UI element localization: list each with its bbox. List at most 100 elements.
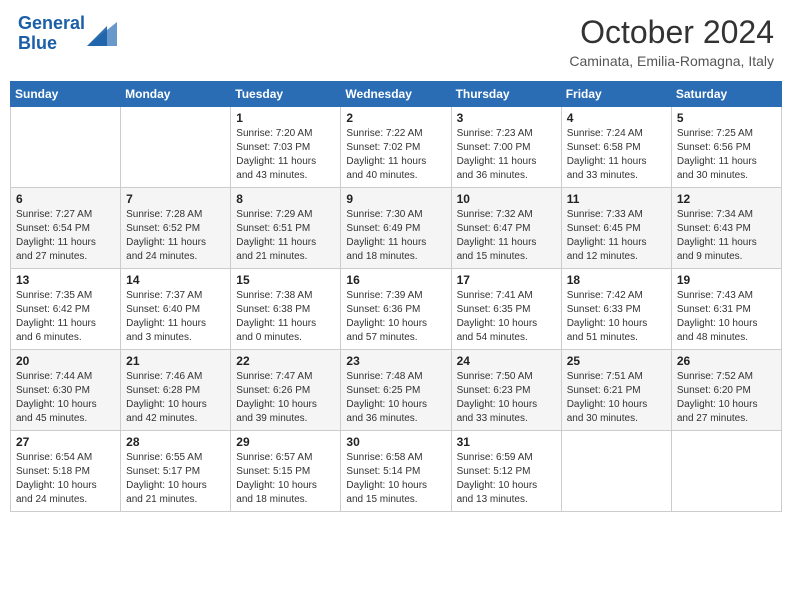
weekday-header: Sunday xyxy=(11,82,121,107)
day-info: Sunrise: 7:32 AMSunset: 6:47 PMDaylight:… xyxy=(457,208,556,264)
calendar-day-cell: 19 Sunrise: 7:43 AMSunset: 6:31 PMDayligh… xyxy=(671,269,781,350)
calendar-week-row: 20 Sunrise: 7:44 AMSunset: 6:30 PMDayligh… xyxy=(11,350,782,431)
day-number: 12 xyxy=(677,192,776,206)
day-number: 4 xyxy=(567,111,666,125)
day-info: Sunrise: 7:29 AMSunset: 6:51 PMDaylight:… xyxy=(236,208,335,264)
day-number: 27 xyxy=(16,435,115,449)
calendar-day-cell: 9Sunrise: 7:30 AMSunset: 6:49 PMDaylight… xyxy=(341,188,451,269)
calendar-day-cell: 24Sunrise: 7:50 AMSunset: 6:23 PMDayligh… xyxy=(451,350,561,431)
calendar-day-cell: 12 Sunrise: 7:34 AMSunset: 6:43 PMDayligh… xyxy=(671,188,781,269)
day-info: Sunrise: 7:33 AMSunset: 6:45 PMDaylight:… xyxy=(567,208,666,264)
day-number: 6 xyxy=(16,192,115,206)
day-info: Sunrise: 7:51 AMSunset: 6:21 PMDaylight:… xyxy=(567,370,666,426)
day-number: 22 xyxy=(236,354,335,368)
calendar-week-row: 13 Sunrise: 7:35 AMSunset: 6:42 PMDayligh… xyxy=(11,269,782,350)
calendar-day-cell: 22Sunrise: 7:47 AMSunset: 6:26 PMDayligh… xyxy=(231,350,341,431)
day-number: 14 xyxy=(126,273,225,287)
day-info: Sunrise: 6:59 AMSunset: 5:12 PMDaylight:… xyxy=(457,451,556,507)
calendar-day-cell xyxy=(671,431,781,512)
day-info: Sunrise: 7:25 AMSunset: 6:56 PMDaylight:… xyxy=(677,127,776,183)
calendar-day-cell: 26 Sunrise: 7:52 AMSunset: 6:20 PMDayligh… xyxy=(671,350,781,431)
day-info: Sunrise: 7:24 AMSunset: 6:58 PMDaylight:… xyxy=(567,127,666,183)
day-info: Sunrise: 6:57 AMSunset: 5:15 PMDaylight:… xyxy=(236,451,335,507)
day-info: Sunrise: 6:58 AMSunset: 5:14 PMDaylight:… xyxy=(346,451,445,507)
calendar-day-cell: 11 Sunrise: 7:33 AMSunset: 6:45 PMDayligh… xyxy=(561,188,671,269)
day-number: 30 xyxy=(346,435,445,449)
day-number: 11 xyxy=(567,192,666,206)
calendar-week-row: 6 Sunrise: 7:27 AMSunset: 6:54 PMDaylight… xyxy=(11,188,782,269)
day-number: 20 xyxy=(16,354,115,368)
day-info: Sunrise: 7:52 AMSunset: 6:20 PMDaylight:… xyxy=(677,370,776,426)
calendar-header-row: SundayMondayTuesdayWednesdayThursdayFrid… xyxy=(11,82,782,107)
calendar-day-cell: 7 Sunrise: 7:28 AMSunset: 6:52 PMDaylight… xyxy=(121,188,231,269)
day-info: Sunrise: 7:28 AMSunset: 6:52 PMDaylight:… xyxy=(126,208,225,264)
day-info: Sunrise: 7:48 AMSunset: 6:25 PMDaylight:… xyxy=(346,370,445,426)
calendar-day-cell: 20 Sunrise: 7:44 AMSunset: 6:30 PMDayligh… xyxy=(11,350,121,431)
location: Caminata, Emilia-Romagna, Italy xyxy=(569,53,774,69)
calendar-day-cell: 1Sunrise: 7:20 AMSunset: 7:03 PMDaylight… xyxy=(231,107,341,188)
weekday-header: Saturday xyxy=(671,82,781,107)
day-number: 31 xyxy=(457,435,556,449)
calendar-week-row: 1Sunrise: 7:20 AMSunset: 7:03 PMDaylight… xyxy=(11,107,782,188)
day-number: 23 xyxy=(346,354,445,368)
calendar-day-cell: 8 Sunrise: 7:29 AMSunset: 6:51 PMDaylight… xyxy=(231,188,341,269)
day-info: Sunrise: 7:27 AMSunset: 6:54 PMDaylight:… xyxy=(16,208,115,264)
page-header: General Blue October 2024 Caminata, Emil… xyxy=(10,10,782,73)
day-number: 29 xyxy=(236,435,335,449)
day-info: Sunrise: 6:55 AMSunset: 5:17 PMDaylight:… xyxy=(126,451,225,507)
day-number: 26 xyxy=(677,354,776,368)
calendar-day-cell: 31 Sunrise: 6:59 AMSunset: 5:12 PMDayligh… xyxy=(451,431,561,512)
calendar-day-cell: 18 Sunrise: 7:42 AMSunset: 6:33 PMDayligh… xyxy=(561,269,671,350)
calendar-day-cell: 3Sunrise: 7:23 AMSunset: 7:00 PMDaylight… xyxy=(451,107,561,188)
day-info: Sunrise: 7:43 AMSunset: 6:31 PMDaylight:… xyxy=(677,289,776,345)
calendar-day-cell: 13 Sunrise: 7:35 AMSunset: 6:42 PMDayligh… xyxy=(11,269,121,350)
calendar-day-cell: 2Sunrise: 7:22 AMSunset: 7:02 PMDaylight… xyxy=(341,107,451,188)
calendar-day-cell xyxy=(11,107,121,188)
day-info: Sunrise: 7:39 AMSunset: 6:36 PMDaylight:… xyxy=(346,289,445,345)
day-number: 8 xyxy=(236,192,335,206)
day-info: Sunrise: 7:35 AMSunset: 6:42 PMDaylight:… xyxy=(16,289,115,345)
calendar-day-cell: 5 Sunrise: 7:25 AMSunset: 6:56 PMDaylight… xyxy=(671,107,781,188)
weekday-header: Wednesday xyxy=(341,82,451,107)
day-info: Sunrise: 7:46 AMSunset: 6:28 PMDaylight:… xyxy=(126,370,225,426)
weekday-header: Friday xyxy=(561,82,671,107)
day-info: Sunrise: 7:30 AMSunset: 6:49 PMDaylight:… xyxy=(346,208,445,264)
month-title: October 2024 xyxy=(569,14,774,51)
day-number: 7 xyxy=(126,192,225,206)
logo-text: General Blue xyxy=(18,14,85,54)
weekday-header: Thursday xyxy=(451,82,561,107)
day-number: 17 xyxy=(457,273,556,287)
day-info: Sunrise: 7:34 AMSunset: 6:43 PMDaylight:… xyxy=(677,208,776,264)
day-number: 5 xyxy=(677,111,776,125)
day-number: 28 xyxy=(126,435,225,449)
calendar-day-cell: 28 Sunrise: 6:55 AMSunset: 5:17 PMDayligh… xyxy=(121,431,231,512)
day-info: Sunrise: 7:41 AMSunset: 6:35 PMDaylight:… xyxy=(457,289,556,345)
calendar-day-cell: 16Sunrise: 7:39 AMSunset: 6:36 PMDayligh… xyxy=(341,269,451,350)
day-number: 18 xyxy=(567,273,666,287)
calendar-table: SundayMondayTuesdayWednesdayThursdayFrid… xyxy=(10,81,782,512)
calendar-day-cell: 21Sunrise: 7:46 AMSunset: 6:28 PMDayligh… xyxy=(121,350,231,431)
calendar-day-cell xyxy=(121,107,231,188)
weekday-header: Tuesday xyxy=(231,82,341,107)
day-info: Sunrise: 7:42 AMSunset: 6:33 PMDaylight:… xyxy=(567,289,666,345)
calendar-day-cell: 15 Sunrise: 7:38 AMSunset: 6:38 PMDayligh… xyxy=(231,269,341,350)
title-block: October 2024 Caminata, Emilia-Romagna, I… xyxy=(569,14,774,69)
calendar-day-cell: 6 Sunrise: 7:27 AMSunset: 6:54 PMDaylight… xyxy=(11,188,121,269)
weekday-header: Monday xyxy=(121,82,231,107)
calendar-day-cell: 23 Sunrise: 7:48 AMSunset: 6:25 PMDayligh… xyxy=(341,350,451,431)
calendar-day-cell: 30 Sunrise: 6:58 AMSunset: 5:14 PMDayligh… xyxy=(341,431,451,512)
day-info: Sunrise: 7:38 AMSunset: 6:38 PMDaylight:… xyxy=(236,289,335,345)
calendar-day-cell: 25Sunrise: 7:51 AMSunset: 6:21 PMDayligh… xyxy=(561,350,671,431)
day-number: 1 xyxy=(236,111,335,125)
day-info: Sunrise: 7:22 AMSunset: 7:02 PMDaylight:… xyxy=(346,127,445,183)
day-info: Sunrise: 7:44 AMSunset: 6:30 PMDaylight:… xyxy=(16,370,115,426)
day-number: 13 xyxy=(16,273,115,287)
day-info: Sunrise: 6:54 AMSunset: 5:18 PMDaylight:… xyxy=(16,451,115,507)
day-number: 15 xyxy=(236,273,335,287)
logo-icon xyxy=(87,22,117,46)
day-number: 19 xyxy=(677,273,776,287)
day-info: Sunrise: 7:37 AMSunset: 6:40 PMDaylight:… xyxy=(126,289,225,345)
calendar-day-cell: 4 Sunrise: 7:24 AMSunset: 6:58 PMDaylight… xyxy=(561,107,671,188)
calendar-day-cell: 10Sunrise: 7:32 AMSunset: 6:47 PMDayligh… xyxy=(451,188,561,269)
calendar-week-row: 27 Sunrise: 6:54 AMSunset: 5:18 PMDayligh… xyxy=(11,431,782,512)
